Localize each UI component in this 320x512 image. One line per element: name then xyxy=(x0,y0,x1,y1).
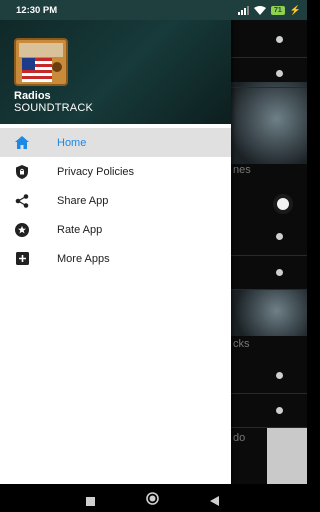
background-thumbnail xyxy=(267,428,307,484)
recents-button[interactable] xyxy=(86,493,95,511)
background-text: cks xyxy=(233,338,250,350)
navigation-drawer: Radios SOUNDTRACK Home Privacy Policies … xyxy=(0,0,231,484)
menu-item-label: More Apps xyxy=(57,252,110,265)
row-dot xyxy=(276,269,283,276)
navigation-bar xyxy=(0,484,307,512)
background-row xyxy=(231,394,307,428)
menu-item-privacy-policies[interactable]: Privacy Policies xyxy=(0,157,231,186)
menu-item-label: Home xyxy=(57,136,87,149)
menu-item-label: Privacy Policies xyxy=(57,165,135,178)
background-tile xyxy=(231,290,307,336)
menu-item-rate-app[interactable]: Rate App xyxy=(0,215,231,244)
record-circle xyxy=(273,194,293,214)
plus-box-icon xyxy=(14,251,30,267)
menu-item-share-app[interactable]: Share App xyxy=(0,186,231,215)
background-text: do xyxy=(233,432,246,444)
back-button[interactable] xyxy=(210,493,219,511)
radio-logo-icon xyxy=(14,38,68,86)
battery-icon: 71 xyxy=(270,5,285,15)
row-dot xyxy=(276,233,283,240)
menu-item-label: Rate App xyxy=(57,223,103,236)
background-row xyxy=(231,358,307,394)
background-row xyxy=(231,256,307,290)
menu-item-more-apps[interactable]: More Apps xyxy=(0,244,231,273)
charging-icon: ⚡ xyxy=(289,4,301,15)
background-row xyxy=(231,218,307,256)
home-button[interactable] xyxy=(146,492,159,510)
background-content: nes cks do xyxy=(231,20,307,484)
drawer-menu: Home Privacy Policies Share App Rate App… xyxy=(0,128,231,273)
status-icons: 71 ⚡ xyxy=(237,4,301,16)
star-icon xyxy=(14,222,30,238)
home-icon xyxy=(14,135,30,151)
row-dot xyxy=(276,372,283,379)
shield-icon xyxy=(14,164,30,180)
background-row xyxy=(231,20,307,58)
share-icon xyxy=(14,193,30,209)
menu-item-label: Share App xyxy=(57,194,109,207)
background-row xyxy=(231,58,307,88)
status-time: 12:30 PM xyxy=(16,4,58,16)
background-tile xyxy=(231,82,307,164)
signal-icon xyxy=(237,5,249,15)
menu-item-home[interactable]: Home xyxy=(0,128,231,157)
background-text: nes xyxy=(233,164,251,176)
row-dot xyxy=(276,407,283,414)
status-bar: 12:30 PM 71 ⚡ xyxy=(0,0,307,20)
drawer-title: Radios xyxy=(14,90,51,102)
drawer-subtitle: SOUNDTRACK xyxy=(14,102,94,114)
row-dot xyxy=(276,70,283,77)
row-dot xyxy=(276,36,283,43)
wifi-icon xyxy=(253,5,266,15)
